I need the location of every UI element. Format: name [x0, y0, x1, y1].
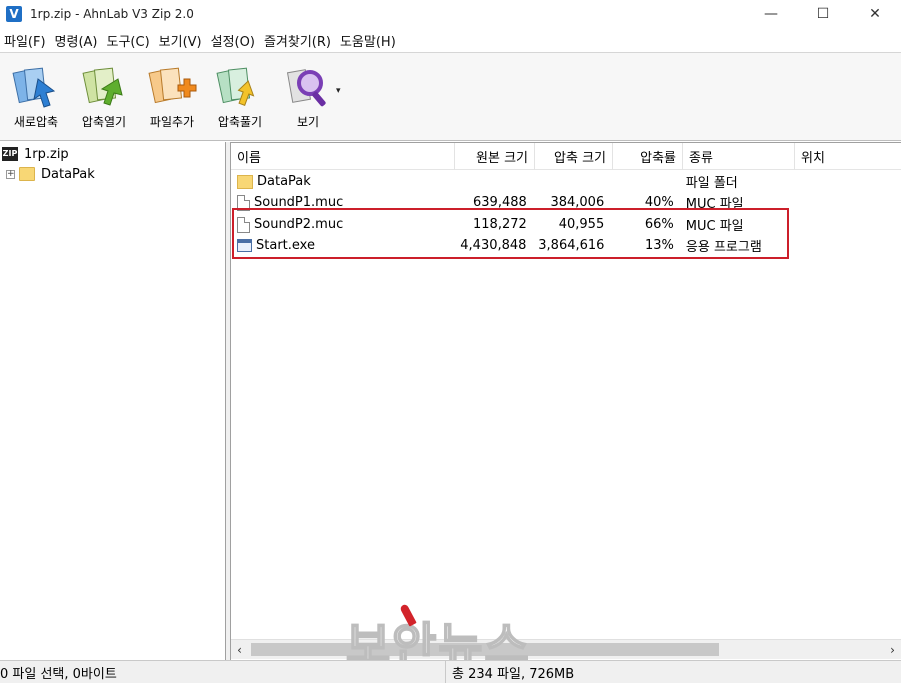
- folder-icon: [237, 174, 253, 189]
- ratio-cell: 40%: [644, 195, 674, 210]
- column-location[interactable]: 위치: [795, 143, 901, 170]
- ratio-cell: [610, 171, 680, 192]
- type-cell: 응용 프로그램: [685, 240, 762, 255]
- add-files-label: 파일추가: [149, 115, 195, 129]
- folder-tree: ZIP 1rp.zip + DataPak: [0, 142, 226, 660]
- new-archive-label: 새로압축: [13, 115, 59, 129]
- file-icon: [237, 194, 250, 211]
- new-archive-button[interactable]: 새로압축: [2, 53, 70, 139]
- tree-item-label: DataPak: [41, 166, 95, 182]
- list-item[interactable]: DataPak 파일 폴더: [231, 171, 791, 192]
- title-bar: V 1rp.zip - AhnLab V3 Zip 2.0 — ☐ ✕: [0, 0, 901, 28]
- menu-view[interactable]: 보기(V): [157, 31, 209, 50]
- file-icon: [237, 216, 250, 233]
- column-name[interactable]: 이름: [231, 143, 455, 170]
- column-type[interactable]: 종류: [683, 143, 795, 170]
- menu-command[interactable]: 명령(A): [53, 31, 105, 50]
- list-item[interactable]: SoundP1.muc 639,488 384,006 40% MUC 파일: [231, 192, 791, 213]
- open-archive-button[interactable]: 압축열기: [70, 53, 138, 139]
- view-label: 보기: [296, 115, 320, 129]
- column-header: 이름 원본 크기 압축 크기 압축률 종류 위치: [231, 143, 901, 170]
- original-size-cell: 639,488: [473, 195, 527, 210]
- window-title: 1rp.zip - AhnLab V3 Zip 2.0: [30, 7, 194, 21]
- add-files-icon: [148, 67, 197, 104]
- scroll-left-icon[interactable]: ‹: [231, 640, 248, 660]
- extract-label: 압축풀기: [217, 115, 263, 129]
- horizontal-scrollbar[interactable]: ‹ ›: [231, 639, 901, 659]
- original-size-cell: 118,272: [473, 217, 527, 232]
- name-cell: SoundP2.muc: [231, 214, 453, 235]
- close-button[interactable]: ✕: [849, 0, 901, 28]
- menu-help[interactable]: 도움말(H): [338, 31, 403, 50]
- menu-tools[interactable]: 도구(C): [105, 31, 157, 50]
- zip-icon: ZIP: [2, 147, 18, 161]
- file-name: Start.exe: [256, 238, 315, 253]
- menu-favorites[interactable]: 즐겨찾기(R): [262, 31, 338, 50]
- menu-file[interactable]: 파일(F): [2, 31, 53, 50]
- minimize-button[interactable]: —: [745, 0, 797, 28]
- view-dropdown-icon[interactable]: ▾: [336, 53, 350, 139]
- status-total: 총 234 파일, 726MB: [452, 666, 575, 682]
- name-cell: SoundP1.muc: [231, 192, 453, 213]
- type-cell: MUC 파일: [685, 219, 744, 234]
- status-bar: 0 파일 선택, 0바이트 총 234 파일, 726MB: [0, 660, 901, 683]
- exe-icon: [237, 239, 252, 252]
- open-archive-icon: [82, 67, 123, 106]
- status-selection: 0 파일 선택, 0바이트: [0, 660, 446, 683]
- scroll-right-icon[interactable]: ›: [884, 640, 901, 660]
- original-size-cell: [453, 171, 532, 192]
- name-cell: Start.exe: [231, 235, 453, 256]
- expand-icon[interactable]: +: [6, 169, 15, 179]
- list-item[interactable]: Start.exe 4,430,848 3,864,616 13% 응용 프로그…: [231, 235, 791, 256]
- tree-root-label: 1rp.zip: [24, 146, 69, 162]
- new-archive-icon: [12, 67, 56, 108]
- compressed-size-cell: 384,006: [550, 195, 605, 210]
- extract-button[interactable]: 압축풀기: [206, 53, 274, 139]
- toolbar: 새로압축 압축열기 파일추가 압축풀기 보기 ▾: [0, 52, 901, 141]
- menu-settings[interactable]: 설정(O): [209, 31, 262, 50]
- ratio-cell: 13%: [645, 238, 674, 253]
- file-name: SoundP2.muc: [254, 217, 344, 232]
- tree-item-datapak[interactable]: + DataPak: [6, 164, 95, 184]
- add-files-button[interactable]: 파일추가: [138, 53, 206, 139]
- type-cell: MUC 파일: [685, 197, 744, 212]
- list-item[interactable]: SoundP2.muc 118,272 40,955 66% MUC 파일: [231, 214, 791, 235]
- compressed-size-cell: [533, 171, 610, 192]
- file-name: DataPak: [257, 174, 311, 189]
- column-ratio[interactable]: 압축률: [613, 143, 683, 170]
- type-cell: 파일 폴더: [685, 176, 738, 191]
- view-button[interactable]: 보기: [274, 53, 342, 139]
- open-archive-label: 압축열기: [81, 115, 127, 129]
- tree-root[interactable]: ZIP 1rp.zip: [2, 144, 69, 164]
- compressed-size-cell: 40,955: [558, 217, 605, 232]
- extract-icon: [216, 67, 255, 106]
- column-original-size[interactable]: 원본 크기: [455, 143, 535, 170]
- folder-icon: [19, 167, 35, 181]
- app-icon: V: [6, 6, 22, 22]
- file-name: SoundP1.muc: [254, 195, 344, 210]
- original-size-cell: 4,430,848: [460, 238, 527, 253]
- ratio-cell: 66%: [644, 217, 674, 232]
- magnifier-icon: [286, 69, 326, 107]
- maximize-button[interactable]: ☐: [797, 0, 849, 28]
- compressed-size-cell: 3,864,616: [538, 238, 605, 253]
- window-controls: — ☐ ✕: [745, 0, 901, 28]
- file-list: 이름 원본 크기 압축 크기 압축률 종류 위치 DataPak 파일 폴더 S…: [231, 142, 901, 660]
- menu-bar: 파일(F) 명령(A) 도구(C) 보기(V) 설정(O) 즐겨찾기(R) 도움…: [0, 29, 901, 51]
- name-cell: DataPak: [231, 171, 453, 192]
- column-compressed-size[interactable]: 압축 크기: [535, 143, 613, 170]
